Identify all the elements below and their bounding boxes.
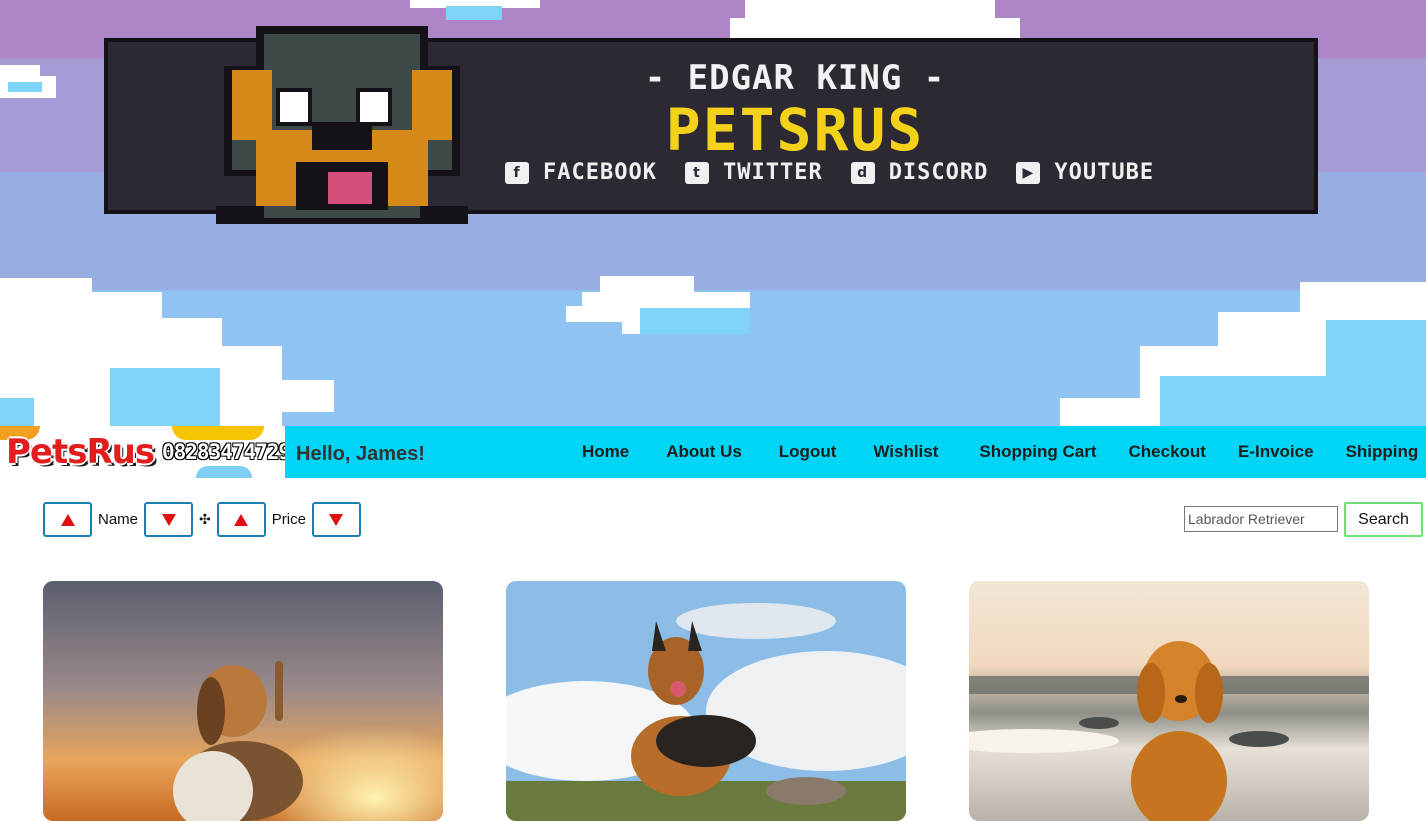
nav-link-e-invoice[interactable]: E-Invoice <box>1238 442 1314 462</box>
banner-subtitle: - EDGAR KING - <box>644 58 946 98</box>
discord-icon: d <box>850 161 875 184</box>
social-link-youtube[interactable]: ▶ YOUTUBE <box>1016 160 1154 185</box>
sort-price-descending-button[interactable] <box>311 502 361 537</box>
nav-link-wishlist[interactable]: Wishlist <box>873 442 938 462</box>
logo-text: PetsRus <box>6 432 155 472</box>
move-icon: ✣ <box>199 511 211 527</box>
nav-link-shipping[interactable]: Shipping <box>1346 442 1419 462</box>
arrow-down-icon <box>161 513 176 526</box>
social-link-twitter[interactable]: t TWITTER <box>684 160 823 185</box>
pixel-cloud <box>730 18 1020 38</box>
dog-mascot-image <box>216 26 468 224</box>
sort-price-ascending-button[interactable] <box>216 502 266 537</box>
site-logo[interactable]: PetsRus 08283474729 <box>0 426 285 478</box>
nav-link-about-us[interactable]: About Us <box>666 442 742 462</box>
youtube-icon: ▶ <box>1016 161 1041 184</box>
user-greeting: Hello, James! <box>296 443 425 465</box>
main-navbar: PetsRus 08283474729 Hello, James! Home A… <box>0 426 1426 478</box>
product-card-beagle[interactable] <box>43 581 443 821</box>
social-label: DISCORD <box>888 160 989 185</box>
product-card-golden-retriever[interactable] <box>969 581 1369 821</box>
arrow-down-icon <box>329 513 344 526</box>
social-label: TWITTER <box>722 160 823 185</box>
social-links: f FACEBOOK t TWITTER d DISCORD ▶ YOUTUBE <box>505 160 1154 185</box>
pixel-cloud <box>1060 398 1140 426</box>
arrow-up-icon <box>234 513 249 526</box>
search-input[interactable] <box>1184 506 1338 532</box>
sort-name-label: Name <box>98 511 139 528</box>
twitter-icon: t <box>684 161 709 184</box>
pixel-cloud <box>222 346 282 426</box>
sort-name-ascending-button[interactable] <box>43 502 92 537</box>
pixel-cloud <box>8 82 42 92</box>
product-image-beagle <box>43 581 443 821</box>
logo-decoration <box>172 426 264 440</box>
pixel-cloud <box>0 398 34 426</box>
search-button[interactable]: Search <box>1344 502 1423 537</box>
arrow-up-icon <box>60 513 75 526</box>
logo-phone: 08283474729 <box>162 440 285 464</box>
sort-price-label: Price <box>271 511 306 528</box>
pixel-cloud <box>110 368 220 426</box>
nav-link-checkout[interactable]: Checkout <box>1129 442 1206 462</box>
nav-link-home[interactable]: Home <box>582 442 629 462</box>
logo-decoration <box>196 466 252 478</box>
nav-menu: Home About Us Logout Wishlist Shopping C… <box>582 442 1418 462</box>
social-link-discord[interactable]: d DISCORD <box>850 160 989 185</box>
product-image-german-shepherd <box>506 581 906 821</box>
pixel-cloud <box>1160 376 1330 426</box>
pixel-cloud <box>1326 320 1426 426</box>
social-label: YOUTUBE <box>1054 160 1155 185</box>
social-link-facebook[interactable]: f FACEBOOK <box>505 160 657 185</box>
product-image-golden-retriever <box>969 581 1369 821</box>
nav-link-shopping-cart[interactable]: Shopping Cart <box>979 442 1096 462</box>
pixel-cloud <box>640 308 750 334</box>
sort-name-descending-button[interactable] <box>144 502 194 537</box>
sort-controls: Name ✣ Price <box>43 502 361 537</box>
product-card-german-shepherd[interactable] <box>506 581 906 821</box>
pixel-cloud <box>446 6 502 20</box>
social-label: FACEBOOK <box>543 160 657 185</box>
facebook-icon: f <box>505 161 529 184</box>
hero-banner: - EDGAR KING - PETSRUS f FACEBOOK t TWIT… <box>0 0 1426 426</box>
banner-title: PETSRUS <box>665 96 925 164</box>
pixel-cloud <box>282 380 334 412</box>
pixel-cloud <box>622 320 640 334</box>
nav-link-logout[interactable]: Logout <box>779 442 837 462</box>
